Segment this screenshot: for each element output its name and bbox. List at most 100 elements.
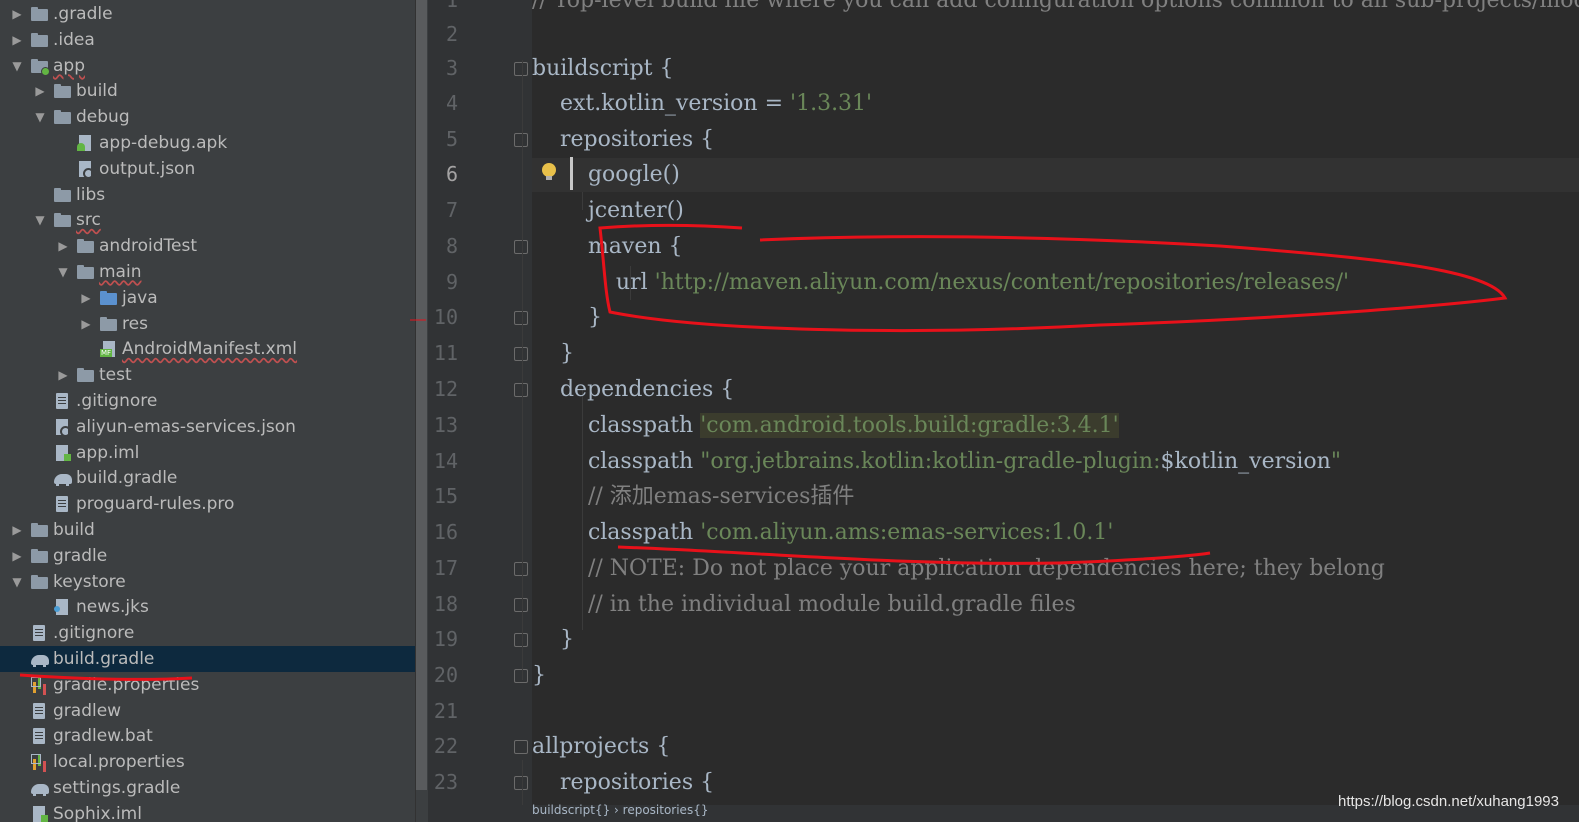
tree-item[interactable]: ▼ main [0, 259, 415, 285]
fold-marker-icon[interactable] [514, 562, 528, 576]
line-number: 17 [433, 556, 458, 580]
project-tree: ▶ .gradle ▶ .idea ▼ app ▶ build ▼ debug app-debug.… [0, 0, 415, 822]
fold-marker-icon[interactable] [514, 133, 528, 147]
source-folder-icon [100, 289, 118, 307]
tree-item[interactable]: news.jks [0, 594, 415, 620]
collapse-arrow-icon[interactable]: ▼ [10, 575, 24, 589]
line-number: 22 [433, 734, 458, 758]
tree-item[interactable]: .gitignore [0, 388, 415, 414]
tree-item[interactable]: .gitignore [0, 620, 415, 646]
fold-marker-icon[interactable] [514, 311, 528, 325]
expand-arrow-icon[interactable]: ▶ [10, 549, 24, 563]
folder-icon [77, 366, 95, 384]
tree-item-label: main [99, 262, 142, 282]
tree-item-label: keystore [53, 571, 126, 592]
tree-item[interactable]: ▶ res [0, 311, 415, 337]
code-text: classpath [532, 449, 701, 474]
fold-marker-icon[interactable] [514, 240, 528, 254]
tree-item-label: build.gradle [76, 468, 178, 489]
fold-marker-icon[interactable] [514, 383, 528, 397]
module-badge-icon [41, 66, 50, 76]
tree-item[interactable]: ▶ build [0, 78, 415, 104]
tree-item[interactable]: gradlew [0, 698, 415, 724]
tree-item[interactable]: AndroidManifest.xml [0, 336, 415, 362]
fold-marker-icon[interactable] [514, 776, 528, 790]
line-number: 8 [445, 234, 458, 258]
tree-item[interactable]: ▶ .gradle [0, 1, 415, 27]
tree-item[interactable]: settings.gradle [0, 775, 415, 801]
tree-item[interactable]: build.gradle [0, 465, 415, 491]
breadcrumb-text[interactable]: buildscript{} › repositories{} [532, 799, 708, 821]
tree-item[interactable]: ▶ java [0, 285, 415, 311]
line-number: 13 [433, 413, 458, 437]
tree-item-label: app-debug.apk [99, 133, 228, 153]
folder-icon [31, 547, 49, 565]
tree-item[interactable]: build.gradle [0, 646, 415, 672]
code-text: url [532, 270, 655, 295]
expand-arrow-icon[interactable]: ▶ [10, 7, 24, 21]
tree-item[interactable]: libs [0, 182, 415, 208]
line-number: 23 [433, 770, 458, 794]
expand-arrow-icon[interactable]: ▶ [33, 84, 47, 98]
tree-item[interactable]: ▼ keystore [0, 569, 415, 595]
string-literal: 'http://maven.aliyun.com/nexus/content/r… [654, 270, 1350, 295]
code-line-19: } [532, 627, 574, 652]
fold-marker-icon[interactable] [514, 633, 528, 647]
collapse-arrow-icon[interactable]: ▼ [56, 265, 70, 279]
text-file-icon [31, 624, 49, 642]
tree-item[interactable]: ▼ app [0, 53, 415, 79]
fold-marker-icon[interactable] [514, 740, 528, 754]
gradle-file-icon [54, 469, 72, 487]
tree-item[interactable]: gradlew.bat [0, 723, 415, 749]
fold-marker-icon[interactable] [514, 598, 528, 612]
folder-icon [31, 31, 49, 49]
collapse-arrow-icon[interactable]: ▼ [33, 110, 47, 124]
code-text: classpath [532, 520, 701, 545]
fold-marker-icon[interactable] [514, 62, 528, 76]
collapse-arrow-icon[interactable]: ▼ [33, 213, 47, 227]
tree-item-label: proguard-rules.pro [76, 494, 235, 515]
expand-arrow-icon[interactable]: ▶ [10, 33, 24, 47]
iml-file-icon [31, 805, 49, 822]
tree-item[interactable]: ▼ src [0, 207, 415, 233]
folder-icon [31, 521, 49, 539]
tree-item[interactable]: proguard-rules.pro [0, 491, 415, 517]
tree-item[interactable]: ▶ build [0, 517, 415, 543]
code-editor[interactable]: // Top-level build file where you can ad… [532, 0, 1579, 805]
expand-arrow-icon[interactable]: ▶ [56, 368, 70, 382]
line-number: 1 [445, 0, 458, 12]
expand-arrow-icon[interactable]: ▶ [79, 291, 93, 305]
expand-arrow-icon[interactable]: ▶ [79, 317, 93, 331]
code-line-16: classpath 'com.aliyun.ams:emas-services:… [532, 516, 1579, 550]
project-tree-scrollbar-thumb[interactable] [416, 0, 427, 790]
tree-item[interactable]: aliyun-emas-services.json [0, 414, 415, 440]
tree-item[interactable]: ▶ androidTest [0, 233, 415, 259]
text-file-icon [31, 727, 49, 745]
fold-marker-icon[interactable] [514, 669, 528, 683]
indent-guide [522, 60, 523, 680]
code-line-10: } [532, 305, 602, 330]
tree-item[interactable]: ▶ .idea [0, 27, 415, 53]
tree-item[interactable]: Sophix.iml [0, 801, 415, 822]
intention-bulb-icon[interactable] [542, 163, 556, 180]
tree-item[interactable]: app.iml [0, 440, 415, 466]
tree-item-label: androidTest [99, 236, 197, 257]
template-variable: $kotlin_version [1160, 449, 1331, 474]
tree-item[interactable]: output.json [0, 156, 415, 182]
tree-item[interactable]: ▼ debug [0, 104, 415, 130]
collapse-arrow-icon[interactable]: ▼ [10, 59, 24, 73]
tree-item[interactable]: ▶ test [0, 362, 415, 388]
iml-file-icon [54, 444, 72, 462]
tree-item[interactable]: local.properties [0, 749, 415, 775]
folder-icon [54, 211, 72, 229]
tree-item[interactable]: app-debug.apk [0, 130, 415, 156]
fold-marker-icon[interactable] [514, 347, 528, 361]
tree-item[interactable]: ▶ gradle [0, 543, 415, 569]
expand-arrow-icon[interactable]: ▶ [56, 239, 70, 253]
tree-item-label: src [76, 210, 101, 231]
tree-item[interactable]: gradle.properties [0, 672, 415, 698]
tree-item-label: app.iml [76, 442, 140, 463]
tree-item-label: libs [76, 184, 106, 205]
expand-arrow-icon[interactable]: ▶ [10, 523, 24, 537]
